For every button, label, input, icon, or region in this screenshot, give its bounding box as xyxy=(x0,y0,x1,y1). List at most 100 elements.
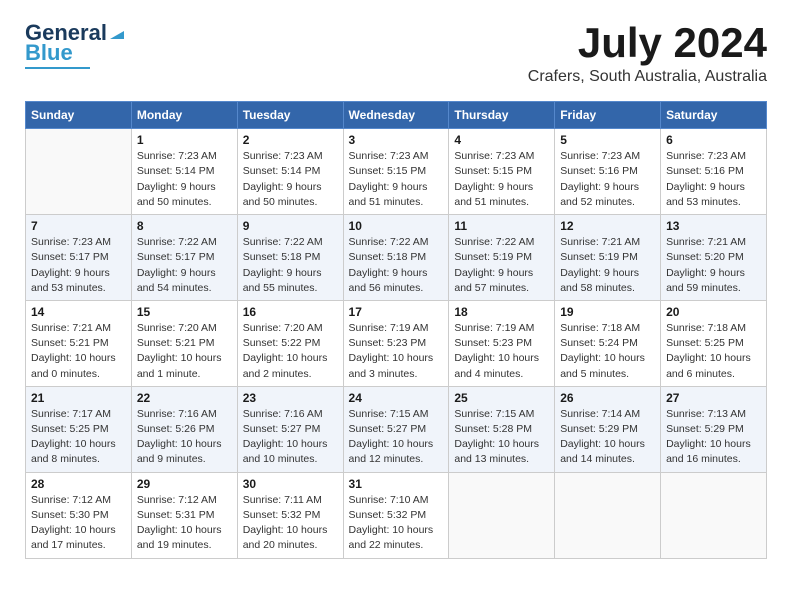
day-info: Sunrise: 7:23 AMSunset: 5:14 PMDaylight:… xyxy=(243,149,338,210)
day-number: 22 xyxy=(137,391,232,405)
day-number: 24 xyxy=(349,391,444,405)
calendar-day-cell: 22 Sunrise: 7:16 AMSunset: 5:26 PMDayligh… xyxy=(131,386,237,472)
day-info: Sunrise: 7:18 AMSunset: 5:25 PMDaylight:… xyxy=(666,321,761,382)
calendar-week-row: 21Sunrise: 7:17 AMSunset: 5:25 PMDayligh… xyxy=(26,386,767,472)
day-number: 8 xyxy=(137,219,232,233)
page-title: July 2024 xyxy=(528,20,767,66)
day-number: 17 xyxy=(349,305,444,319)
calendar-day-cell: 17 Sunrise: 7:19 AMSunset: 5:23 PMDayligh… xyxy=(343,300,449,386)
day-number: 4 xyxy=(454,133,549,147)
calendar-day-cell: 15 Sunrise: 7:20 AMSunset: 5:21 PMDayligh… xyxy=(131,300,237,386)
calendar-day-cell: 20 Sunrise: 7:18 AMSunset: 5:25 PMDayligh… xyxy=(661,300,767,386)
calendar-day-cell: 25 Sunrise: 7:15 AMSunset: 5:28 PMDayligh… xyxy=(449,386,555,472)
day-info: Sunrise: 7:12 AMSunset: 5:30 PMDaylight:… xyxy=(31,493,126,554)
day-info: Sunrise: 7:20 AMSunset: 5:22 PMDaylight:… xyxy=(243,321,338,382)
day-number: 18 xyxy=(454,305,549,319)
calendar-day-cell: 18 Sunrise: 7:19 AMSunset: 5:23 PMDayligh… xyxy=(449,300,555,386)
calendar-day-cell xyxy=(26,129,132,215)
day-info: Sunrise: 7:10 AMSunset: 5:32 PMDaylight:… xyxy=(349,493,444,554)
day-info: Sunrise: 7:17 AMSunset: 5:25 PMDaylight:… xyxy=(31,407,126,468)
logo-underline xyxy=(25,67,90,69)
day-number: 15 xyxy=(137,305,232,319)
day-number: 3 xyxy=(349,133,444,147)
calendar-day-cell: 1 Sunrise: 7:23 AMSunset: 5:14 PMDaylight… xyxy=(131,129,237,215)
calendar-day-cell: 3 Sunrise: 7:23 AMSunset: 5:15 PMDaylight… xyxy=(343,129,449,215)
day-info: Sunrise: 7:13 AMSunset: 5:29 PMDaylight:… xyxy=(666,407,761,468)
title-area: July 2024 Crafers, South Australia, Aust… xyxy=(528,20,767,86)
day-number: 11 xyxy=(454,219,549,233)
calendar-header-sunday: Sunday xyxy=(26,102,132,129)
day-info: Sunrise: 7:20 AMSunset: 5:21 PMDaylight:… xyxy=(137,321,232,382)
day-number: 29 xyxy=(137,477,232,491)
day-number: 30 xyxy=(243,477,338,491)
day-info: Sunrise: 7:18 AMSunset: 5:24 PMDaylight:… xyxy=(560,321,655,382)
logo: General Blue xyxy=(25,20,126,69)
day-info: Sunrise: 7:22 AMSunset: 5:18 PMDaylight:… xyxy=(349,235,444,296)
day-info: Sunrise: 7:19 AMSunset: 5:23 PMDaylight:… xyxy=(349,321,444,382)
calendar-header-saturday: Saturday xyxy=(661,102,767,129)
calendar-day-cell xyxy=(555,472,661,558)
page-subtitle: Crafers, South Australia, Australia xyxy=(528,68,767,86)
day-info: Sunrise: 7:22 AMSunset: 5:18 PMDaylight:… xyxy=(243,235,338,296)
calendar-day-cell xyxy=(449,472,555,558)
calendar-day-cell: 8Sunrise: 7:22 AMSunset: 5:17 PMDaylight… xyxy=(131,215,237,301)
day-info: Sunrise: 7:16 AMSunset: 5:26 PMDaylight:… xyxy=(137,407,232,468)
calendar-week-row: 1 Sunrise: 7:23 AMSunset: 5:14 PMDaylight… xyxy=(26,129,767,215)
day-info: Sunrise: 7:23 AMSunset: 5:15 PMDaylight:… xyxy=(349,149,444,210)
calendar-day-cell: 10 Sunrise: 7:22 AMSunset: 5:18 PMDayligh… xyxy=(343,215,449,301)
logo-blue: Blue xyxy=(25,40,126,66)
day-info: Sunrise: 7:16 AMSunset: 5:27 PMDaylight:… xyxy=(243,407,338,468)
day-number: 16 xyxy=(243,305,338,319)
day-info: Sunrise: 7:23 AMSunset: 5:16 PMDaylight:… xyxy=(666,149,761,210)
logo-triangle-icon xyxy=(108,23,126,41)
calendar-day-cell: 5Sunrise: 7:23 AMSunset: 5:16 PMDaylight… xyxy=(555,129,661,215)
calendar-day-cell: 31 Sunrise: 7:10 AMSunset: 5:32 PMDayligh… xyxy=(343,472,449,558)
calendar-header-friday: Friday xyxy=(555,102,661,129)
day-number: 1 xyxy=(137,133,232,147)
calendar-day-cell: 19Sunrise: 7:18 AMSunset: 5:24 PMDayligh… xyxy=(555,300,661,386)
day-number: 23 xyxy=(243,391,338,405)
day-info: Sunrise: 7:23 AMSunset: 5:17 PMDaylight:… xyxy=(31,235,126,296)
day-info: Sunrise: 7:23 AMSunset: 5:16 PMDaylight:… xyxy=(560,149,655,210)
calendar-day-cell: 30 Sunrise: 7:11 AMSunset: 5:32 PMDayligh… xyxy=(237,472,343,558)
day-info: Sunrise: 7:11 AMSunset: 5:32 PMDaylight:… xyxy=(243,493,338,554)
calendar-day-cell: 4Sunrise: 7:23 AMSunset: 5:15 PMDaylight… xyxy=(449,129,555,215)
day-info: Sunrise: 7:21 AMSunset: 5:19 PMDaylight:… xyxy=(560,235,655,296)
calendar-table: SundayMondayTuesdayWednesdayThursdayFrid… xyxy=(25,101,767,558)
page-header: General Blue July 2024 Crafers, South Au… xyxy=(25,20,767,86)
day-info: Sunrise: 7:14 AMSunset: 5:29 PMDaylight:… xyxy=(560,407,655,468)
calendar-day-cell: 9 Sunrise: 7:22 AMSunset: 5:18 PMDaylight… xyxy=(237,215,343,301)
day-number: 25 xyxy=(454,391,549,405)
day-number: 6 xyxy=(666,133,761,147)
day-number: 9 xyxy=(243,219,338,233)
calendar-day-cell: 27 Sunrise: 7:13 AMSunset: 5:29 PMDayligh… xyxy=(661,386,767,472)
day-number: 12 xyxy=(560,219,655,233)
calendar-day-cell: 2 Sunrise: 7:23 AMSunset: 5:14 PMDaylight… xyxy=(237,129,343,215)
calendar-day-cell: 13 Sunrise: 7:21 AMSunset: 5:20 PMDayligh… xyxy=(661,215,767,301)
calendar-day-cell: 14Sunrise: 7:21 AMSunset: 5:21 PMDayligh… xyxy=(26,300,132,386)
day-info: Sunrise: 7:15 AMSunset: 5:27 PMDaylight:… xyxy=(349,407,444,468)
calendar-header-monday: Monday xyxy=(131,102,237,129)
day-number: 27 xyxy=(666,391,761,405)
calendar-day-cell: 16 Sunrise: 7:20 AMSunset: 5:22 PMDayligh… xyxy=(237,300,343,386)
day-info: Sunrise: 7:19 AMSunset: 5:23 PMDaylight:… xyxy=(454,321,549,382)
calendar-day-cell: 7Sunrise: 7:23 AMSunset: 5:17 PMDaylight… xyxy=(26,215,132,301)
day-number: 31 xyxy=(349,477,444,491)
calendar-day-cell: 24 Sunrise: 7:15 AMSunset: 5:27 PMDayligh… xyxy=(343,386,449,472)
day-number: 26 xyxy=(560,391,655,405)
day-number: 2 xyxy=(243,133,338,147)
day-number: 10 xyxy=(349,219,444,233)
day-info: Sunrise: 7:21 AMSunset: 5:20 PMDaylight:… xyxy=(666,235,761,296)
calendar-day-cell: 29Sunrise: 7:12 AMSunset: 5:31 PMDayligh… xyxy=(131,472,237,558)
calendar-day-cell: 6 Sunrise: 7:23 AMSunset: 5:16 PMDaylight… xyxy=(661,129,767,215)
calendar-day-cell: 12 Sunrise: 7:21 AMSunset: 5:19 PMDayligh… xyxy=(555,215,661,301)
calendar-header-wednesday: Wednesday xyxy=(343,102,449,129)
day-info: Sunrise: 7:15 AMSunset: 5:28 PMDaylight:… xyxy=(454,407,549,468)
day-number: 13 xyxy=(666,219,761,233)
calendar-day-cell xyxy=(661,472,767,558)
calendar-day-cell: 21Sunrise: 7:17 AMSunset: 5:25 PMDayligh… xyxy=(26,386,132,472)
day-number: 20 xyxy=(666,305,761,319)
day-info: Sunrise: 7:23 AMSunset: 5:14 PMDaylight:… xyxy=(137,149,232,210)
day-number: 14 xyxy=(31,305,126,319)
calendar-header-row: SundayMondayTuesdayWednesdayThursdayFrid… xyxy=(26,102,767,129)
